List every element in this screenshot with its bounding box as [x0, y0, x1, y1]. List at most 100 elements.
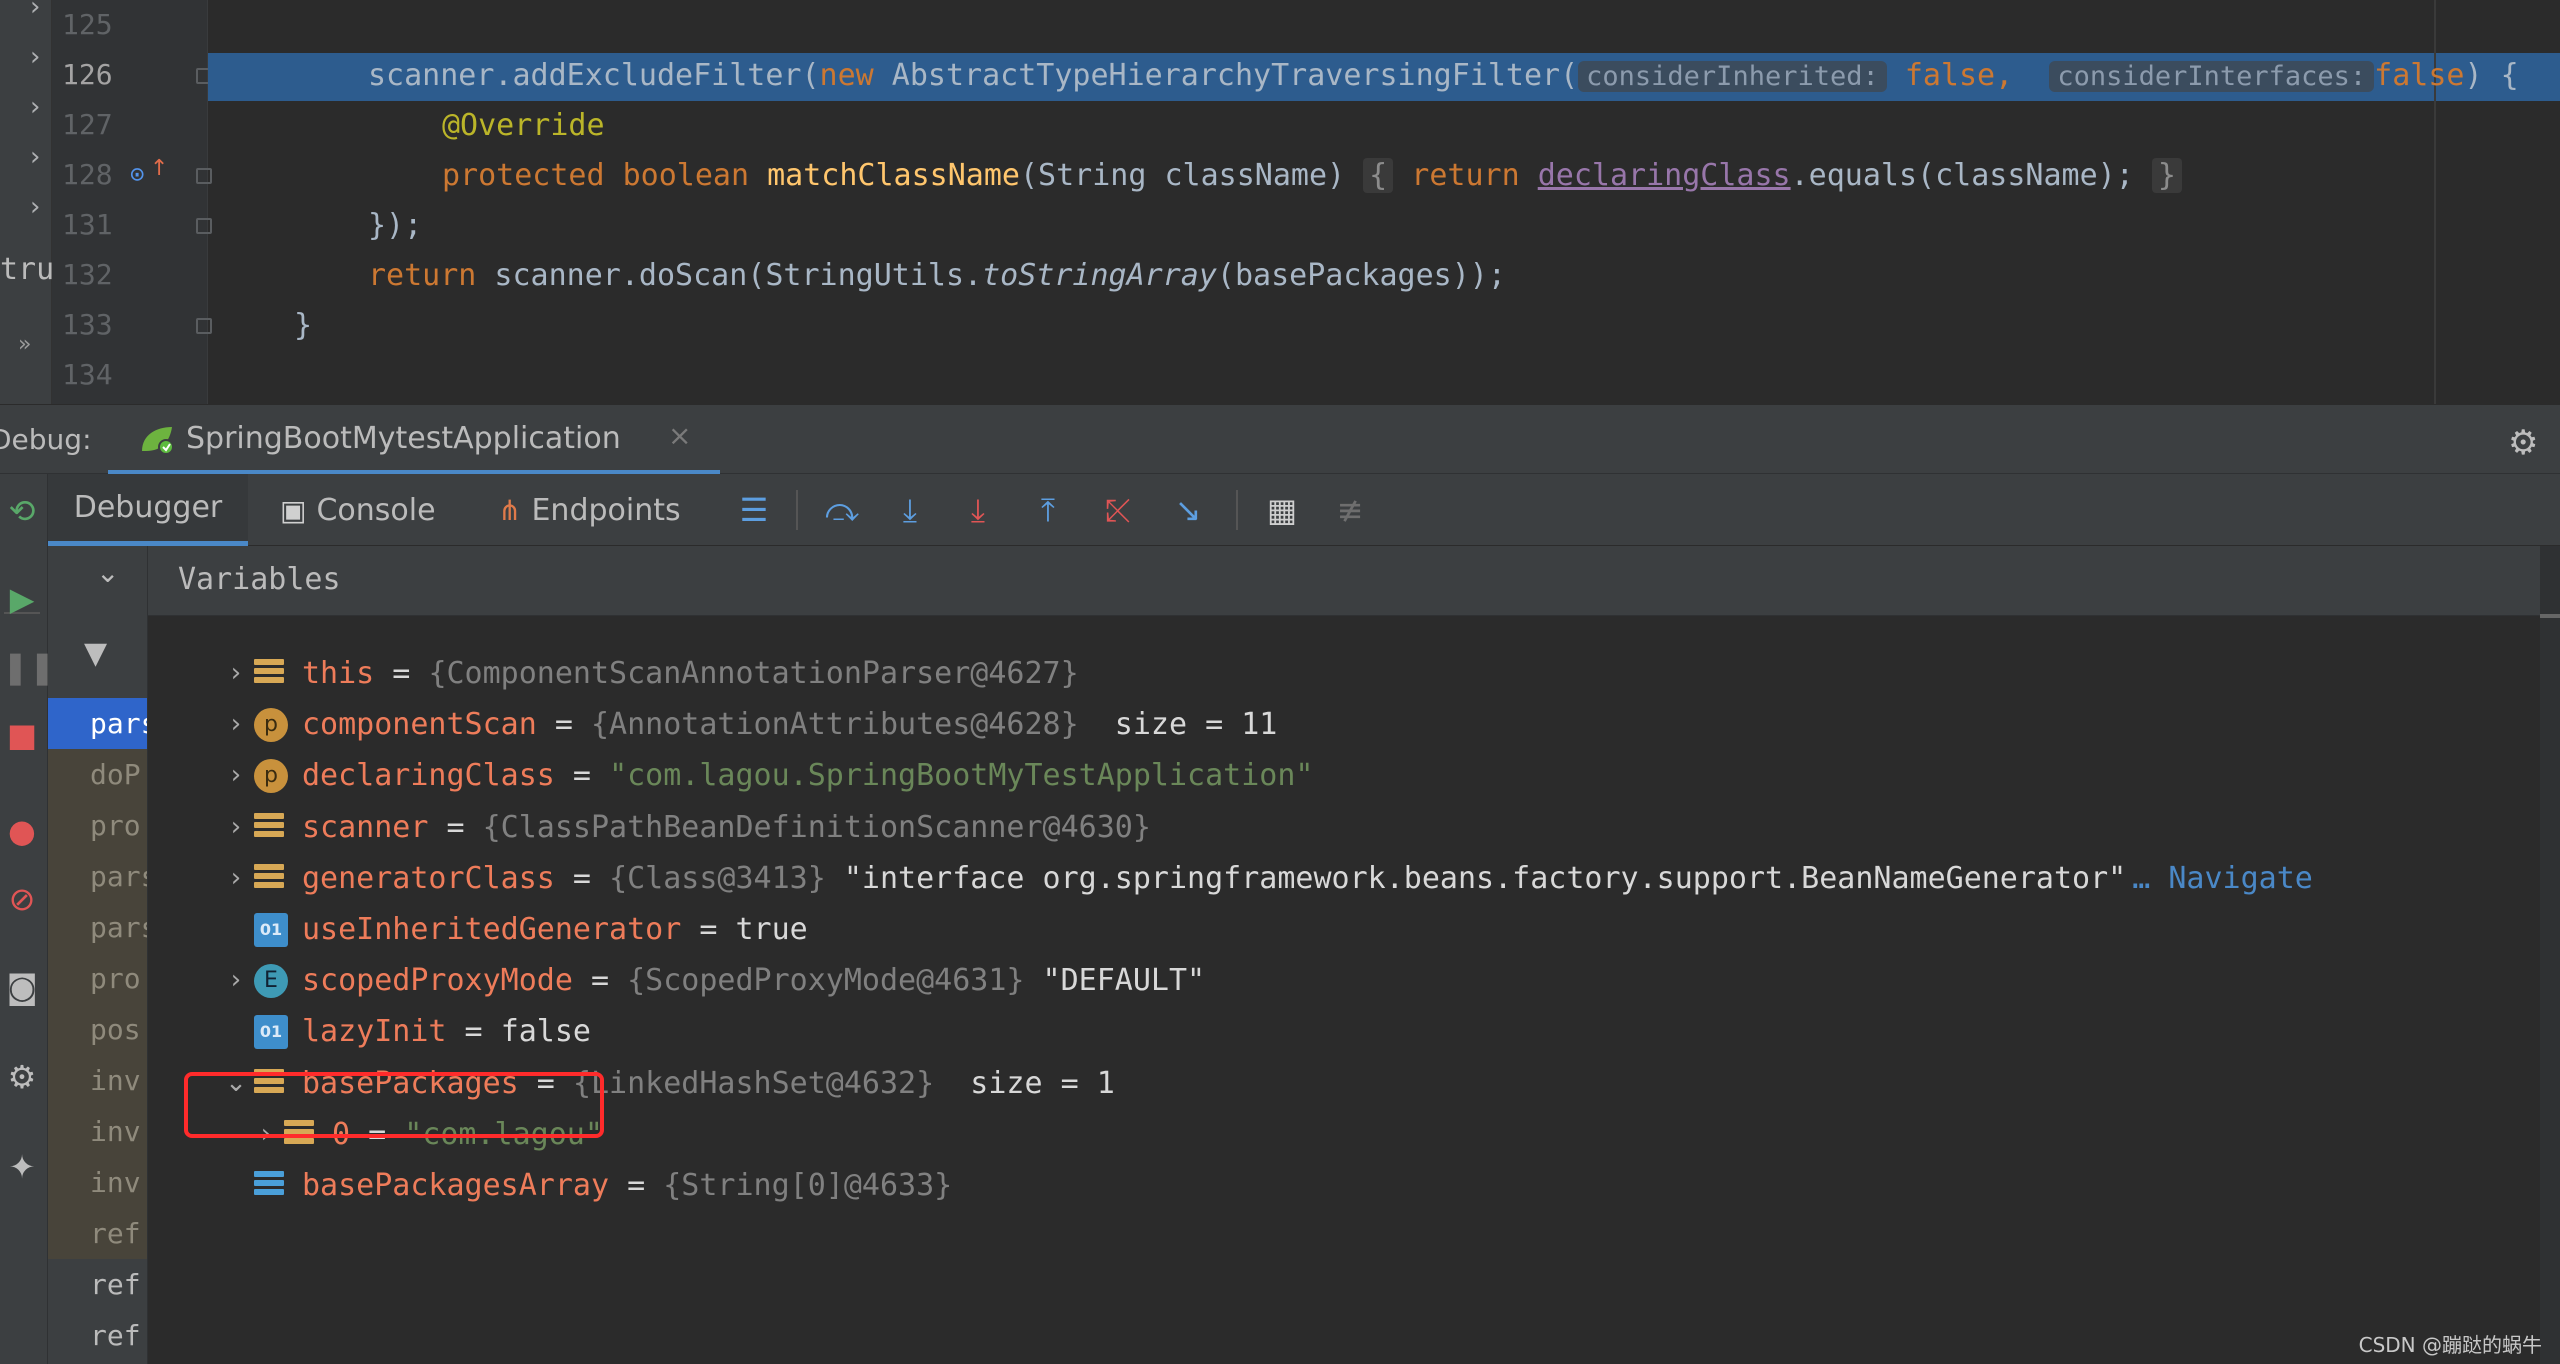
chevron-right-icon[interactable]: ›: [224, 648, 248, 699]
run-to-cursor-icon[interactable]: ↘: [1168, 492, 1208, 528]
variable-row[interactable]: 01 lazyInit = false: [148, 1006, 2538, 1057]
chevron-right-icon[interactable]: ›: [224, 853, 248, 904]
tree-chevron-icon[interactable]: ›: [30, 92, 40, 122]
run-config-tab[interactable]: SpringBootMytestApplication ×: [108, 405, 720, 475]
evaluate-expression-icon[interactable]: ▦: [1262, 492, 1302, 528]
project-tree-strip[interactable]: › › › › › tru »: [0, 0, 54, 404]
settings-icon[interactable]: ⚙: [2, 1058, 42, 1096]
stack-frame-item[interactable]: pars: [48, 698, 147, 749]
step-over-icon[interactable]: ⤼: [822, 492, 862, 528]
stack-frame-item[interactable]: inv: [48, 1106, 147, 1157]
rerun-icon[interactable]: ⟲: [2, 492, 42, 530]
equals-sign: =: [554, 758, 610, 794]
parameter-icon: p: [254, 708, 288, 743]
step-out-icon[interactable]: ⤒: [1028, 492, 1068, 528]
variable-value: "interface org.springframework.beans.fac…: [825, 860, 2127, 896]
stack-frame-item[interactable]: pro: [48, 800, 147, 851]
fold-marker-icon[interactable]: [196, 318, 212, 334]
tree-chevron-icon[interactable]: ›: [30, 192, 40, 222]
trace-icon[interactable]: ≢: [1330, 492, 1370, 528]
variable-type: {Class@3413}: [609, 860, 826, 896]
resume-icon[interactable]: ▶: [2, 580, 42, 618]
variable-row[interactable]: › EscopedProxyMode = {ScopedProxyMode@463…: [148, 955, 2538, 1006]
line-gutter[interactable]: 125 126 127 128 131 132 133 134: [52, 0, 208, 404]
chevron-right-icon[interactable]: ›: [224, 699, 248, 750]
variable-name: generatorClass: [302, 860, 555, 896]
code-line-127[interactable]: @Override: [442, 106, 605, 146]
variable-row[interactable]: basePackagesArray = {String[0]@4633}: [148, 1160, 2538, 1211]
close-icon[interactable]: ×: [668, 419, 691, 452]
declaring-class-link[interactable]: declaringClass: [1538, 158, 1791, 193]
show-execution-point-icon[interactable]: ☰: [734, 492, 774, 528]
tab-debugger[interactable]: Debugger: [48, 474, 248, 546]
variable-row[interactable]: › generatorClass = {Class@3413} "interfac…: [148, 853, 2538, 904]
tree-chevron-icon[interactable]: ›: [30, 0, 40, 22]
stack-frame-item[interactable]: pos: [48, 1004, 147, 1055]
code-editor[interactable]: › › › › › tru » 125 126 127 128 131 132 …: [0, 0, 2560, 404]
code-line-128[interactable]: protected boolean matchClassName(String …: [442, 156, 2182, 196]
pin-icon[interactable]: ✦: [2, 1148, 42, 1186]
frames-panel: ⌄ ▼ parsdoPproparsparsproposinvinvinvref…: [48, 546, 148, 1364]
tab-console[interactable]: ▣ Console: [280, 474, 436, 546]
step-into-icon[interactable]: ⤓: [890, 492, 930, 528]
tree-chevron-icon[interactable]: ›: [30, 42, 40, 72]
pause-icon[interactable]: ❚❚: [2, 648, 56, 686]
chevron-right-icon[interactable]: ›: [224, 750, 248, 801]
stack-frame-item[interactable]: ref: [48, 1208, 147, 1259]
more-icon[interactable]: »: [18, 332, 31, 357]
stop-icon[interactable]: ■: [2, 716, 42, 754]
stack-frame-item[interactable]: doP: [48, 749, 147, 800]
variable-string-value: "com.lagou.SpringBootMyTestApplication": [609, 758, 1314, 794]
line-number: 125: [62, 8, 113, 41]
stack-frame-item[interactable]: pro: [48, 953, 147, 1004]
variable-row[interactable]: › p componentScan = {AnnotationAttributes@…: [148, 699, 2538, 750]
force-step-into-icon[interactable]: ⤓: [958, 492, 998, 528]
camera-icon[interactable]: ◙: [2, 968, 42, 1006]
variable-name: useInheritedGenerator: [302, 912, 682, 947]
stack-frame-item[interactable]: inv: [48, 1055, 147, 1106]
parameter-icon: p: [254, 759, 288, 794]
mute-breakpoints-icon[interactable]: ⊘: [2, 880, 42, 918]
override-arrow-icon: ↑: [150, 156, 169, 181]
tab-endpoints[interactable]: ⋔ Endpoints: [498, 474, 681, 546]
gear-icon[interactable]: ⚙: [2508, 423, 2538, 463]
line-number: 127: [62, 108, 113, 141]
navigate-link[interactable]: … Navigate: [2132, 861, 2313, 896]
variable-value: size = 11: [1078, 707, 1278, 743]
variable-value: "DEFAULT": [1024, 963, 1206, 999]
variable-row[interactable]: › this = {ComponentScanAnnotationParser@4…: [148, 648, 2538, 699]
variable-row[interactable]: 01 useInheritedGenerator = true: [148, 904, 2538, 955]
code-line-133[interactable]: }: [294, 306, 312, 346]
variable-row[interactable]: › scanner = {ClassPathBeanDefinitionScann…: [148, 802, 2538, 853]
drop-frame-icon[interactable]: ⤪: [1098, 492, 1138, 528]
variable-name: basePackagesArray: [302, 1168, 610, 1203]
divider: [1236, 490, 1238, 530]
scrollbar[interactable]: [2540, 546, 2560, 1364]
variable-row[interactable]: › p declaringClass = "com.lagou.SpringBoot…: [148, 750, 2538, 801]
code-line-132[interactable]: return scanner.doScan(StringUtils.toStri…: [368, 256, 1506, 296]
stack-frame-item[interactable]: ref: [48, 1259, 147, 1310]
line-number: 132: [62, 258, 113, 291]
filter-icon[interactable]: ▼: [84, 636, 107, 671]
code-line-131[interactable]: });: [368, 206, 422, 246]
variable-name: scopedProxyMode: [302, 963, 573, 999]
project-tree-fragment[interactable]: tru: [0, 252, 54, 287]
chevron-down-icon[interactable]: ⌄: [96, 556, 136, 589]
fold-marker-icon[interactable]: [196, 218, 212, 234]
stack-frame-item[interactable]: inv: [48, 1157, 147, 1208]
override-method-icon[interactable]: ⊙: [130, 160, 144, 188]
primitive-icon: 01: [254, 1015, 288, 1050]
variable-name: lazyInit: [302, 1014, 447, 1050]
stack-frame-item[interactable]: pars: [48, 902, 147, 953]
fold-marker-icon[interactable]: [196, 168, 212, 184]
tree-chevron-icon[interactable]: ›: [30, 142, 40, 172]
code-line-126[interactable]: scanner.addExcludeFilter(new AbstractTyp…: [368, 56, 2519, 97]
stack-frame-item[interactable]: pars: [48, 851, 147, 902]
variable-name: scanner: [302, 809, 429, 845]
chevron-right-icon[interactable]: ›: [224, 955, 248, 1006]
chevron-right-icon[interactable]: ›: [224, 802, 248, 853]
variable-name: this: [302, 656, 375, 691]
stack-frame-item[interactable]: ref: [48, 1310, 147, 1361]
divider: [796, 490, 798, 530]
view-breakpoints-icon[interactable]: ●: [2, 812, 42, 850]
